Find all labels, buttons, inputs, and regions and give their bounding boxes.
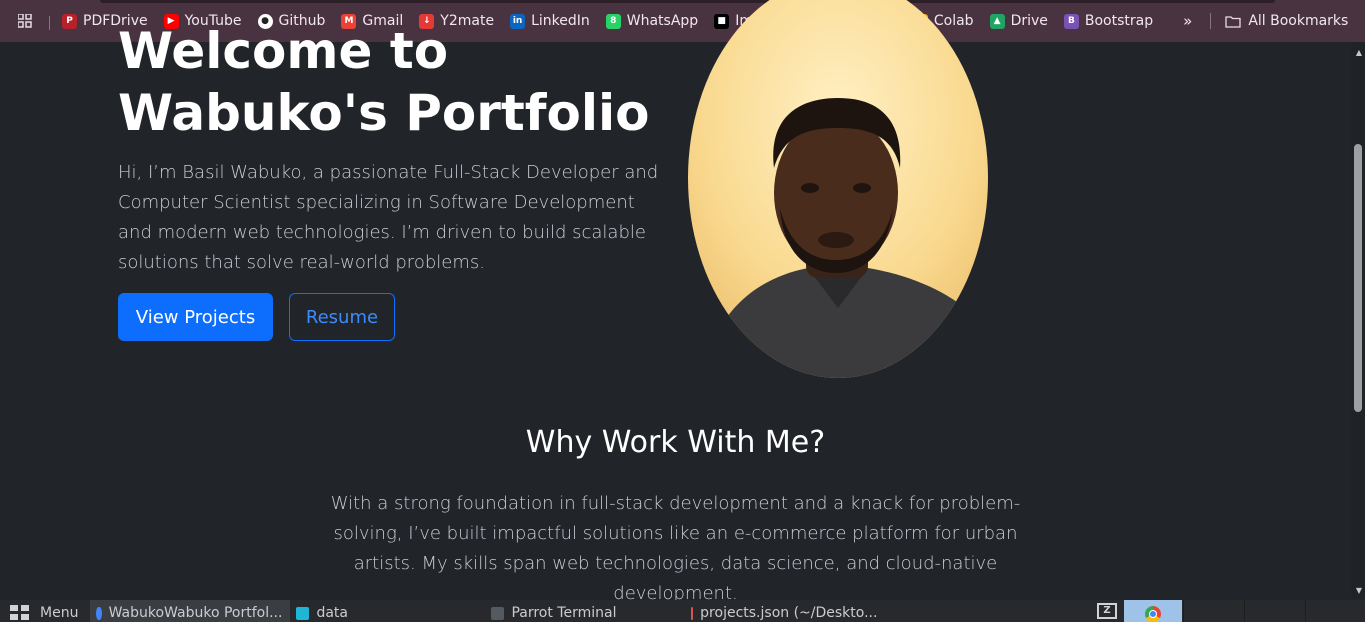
why-text: With a strong foundation in full-stack d…	[330, 493, 1021, 604]
scroll-down-arrow-icon[interactable]: ▼	[1356, 586, 1362, 595]
why-heading: Why Work With Me?	[525, 425, 826, 460]
view-projects-button[interactable]: View Projects	[118, 293, 273, 341]
pdfdrive-icon: P	[62, 13, 77, 29]
profile-photo	[688, 0, 988, 378]
taskbar-window-3[interactable]: Parrot Terminal	[485, 600, 685, 622]
unsplash-icon: ■	[714, 13, 730, 29]
resume-button[interactable]: Resume	[289, 293, 395, 341]
folder-icon	[296, 606, 310, 620]
workspace-2[interactable]	[1244, 600, 1304, 622]
scrollbar-thumb[interactable]	[1354, 144, 1362, 412]
bootstrap-icon: B	[1063, 13, 1079, 29]
taskbar-window-label: projects.json (~/Deskto...	[700, 605, 878, 621]
filezilla-tray-icon[interactable]: Z	[1092, 600, 1122, 622]
apps-grid-icon	[18, 14, 32, 28]
chrome-icon	[1145, 606, 1161, 622]
taskbar-window-2[interactable]: data	[290, 600, 485, 622]
bookmark-label: Colab	[933, 13, 974, 29]
bookmark-drive[interactable]: ▲ Drive	[982, 7, 1056, 35]
workspace-1[interactable]	[1183, 600, 1243, 622]
taskbar-window-1[interactable]: WabukoWabuko Portfol...	[90, 600, 291, 622]
text-file-icon	[691, 606, 694, 620]
chrome-icon	[96, 606, 102, 620]
bookmark-bootstrap[interactable]: B Bootstrap	[1056, 7, 1161, 35]
more-bookmarks-button[interactable]: »	[1173, 12, 1202, 30]
tab-strip-edge	[100, 0, 1275, 3]
all-bookmarks-button[interactable]: All Bookmarks	[1219, 13, 1354, 29]
hero-title-line2: Wabuko's Portfolio	[118, 84, 650, 142]
terminal-icon	[491, 606, 505, 620]
folder-icon	[1225, 15, 1241, 28]
bookmark-label: Bootstrap	[1084, 13, 1154, 29]
hero-title: Welcome to Wabuko's Portfolio	[118, 20, 678, 144]
os-taskbar: Menu WabukoWabuko Portfol... data Parrot T…	[0, 600, 1365, 622]
taskbar-window-label: Parrot Terminal	[511, 605, 617, 621]
bookmarks-divider	[1210, 13, 1212, 29]
menu-grid-icon	[10, 604, 29, 620]
taskbar-window-label: data	[316, 605, 348, 621]
workspace-3[interactable]	[1305, 600, 1365, 622]
hero-intro: Hi, I’m Basil Wabuko, a passionate Full-…	[118, 162, 659, 273]
all-bookmarks-label: All Bookmarks	[1248, 13, 1349, 29]
taskbar-window-label: WabukoWabuko Portfol...	[108, 605, 283, 621]
start-menu-button[interactable]: Menu	[0, 600, 90, 622]
apps-button[interactable]	[0, 14, 50, 30]
bookmark-label: Drive	[1010, 13, 1048, 29]
taskbar-window-4[interactable]: projects.json (~/Deskto...	[685, 600, 885, 622]
chrome-tray-button[interactable]	[1124, 600, 1182, 622]
menu-label: Menu	[40, 604, 79, 621]
scroll-up-arrow-icon[interactable]: ▲	[1356, 48, 1362, 57]
hero-title-line1: Welcome to	[118, 22, 449, 80]
drive-icon: ▲	[989, 13, 1005, 29]
